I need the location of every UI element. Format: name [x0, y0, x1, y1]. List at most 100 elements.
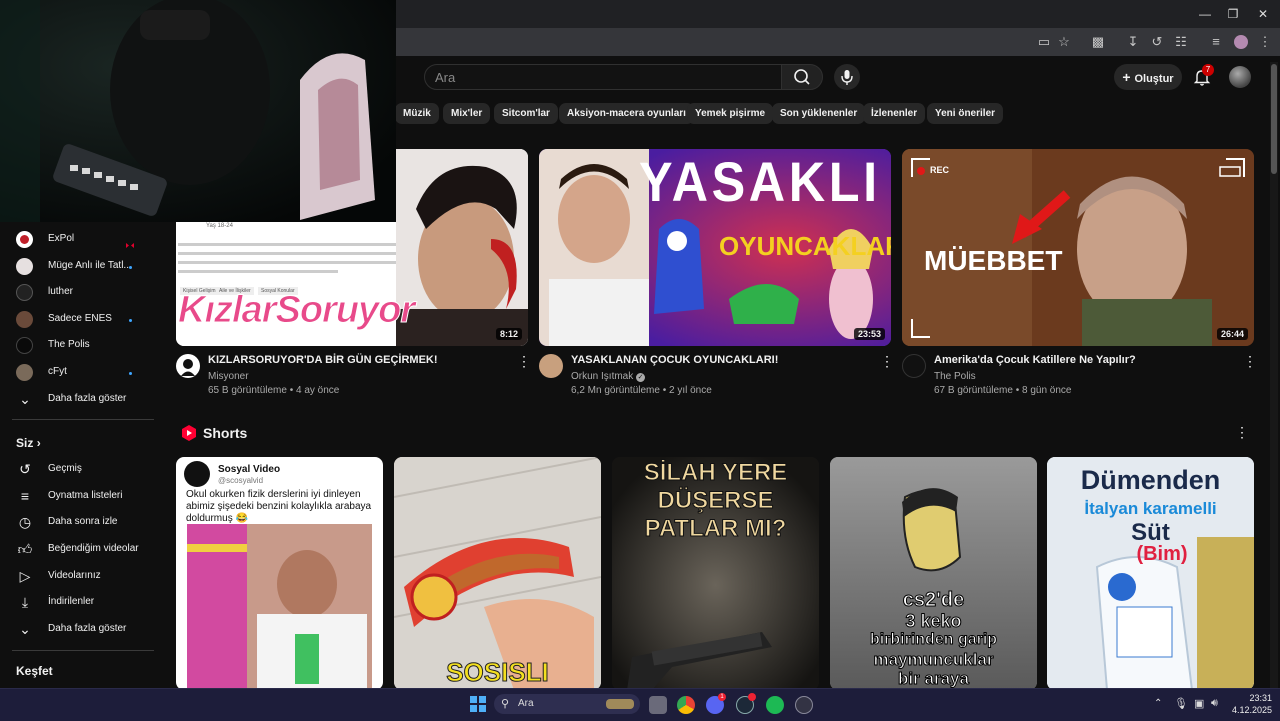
voice-search-button[interactable]: [834, 64, 860, 90]
short-account-name: Sosyal Video: [218, 464, 281, 475]
downloads-icon[interactable]: ↧: [1122, 32, 1144, 52]
search-button[interactable]: [781, 64, 823, 90]
spotify-icon[interactable]: [766, 696, 784, 714]
chevron-right-icon: ›: [36, 436, 41, 450]
short-account-avatar: [184, 461, 210, 487]
chip-sitcomlar[interactable]: Sitcom'lar: [494, 103, 558, 124]
short-card-5[interactable]: Dümenden İtalyan karamelli Süt (Bim): [1047, 457, 1254, 690]
clock-time[interactable]: 23:31: [1232, 693, 1272, 703]
taskbar-search[interactable]: ⚲ Ara: [494, 694, 640, 714]
windows-start-icon[interactable]: [470, 696, 486, 712]
short-card-4[interactable]: cs2'de 3 keko birbirinden garip maymuncu…: [830, 457, 1037, 690]
shorts-more-icon[interactable]: ⋮: [1235, 425, 1249, 441]
sidebar-item-label: Sadece ENES: [48, 313, 112, 324]
sidebar-item-expol[interactable]: ExPol: [0, 228, 150, 252]
chip-yeni-oneriler[interactable]: Yeni öneriler: [927, 103, 1004, 124]
minimize-button[interactable]: —: [1190, 4, 1220, 24]
profile-icon[interactable]: [1230, 32, 1252, 52]
task-view-icon[interactable]: [649, 696, 667, 714]
thumbnail-text: OYUNCAKLAR: [719, 231, 891, 261]
install-app-icon[interactable]: ▭: [1033, 32, 1055, 52]
chip-yemek-pisirme[interactable]: Yemek pişirme: [687, 103, 774, 124]
clock-date[interactable]: 4.12.2025: [1222, 705, 1272, 715]
channel-avatar-orkun[interactable]: [539, 354, 563, 378]
sidebar-item-your-videos[interactable]: ▷ Videolarınız: [0, 565, 150, 589]
plus-icon: +: [1122, 69, 1135, 85]
bookmark-star-icon[interactable]: ☆: [1053, 32, 1075, 52]
thumbnail-text: YASAKLI: [639, 150, 881, 213]
maximize-button[interactable]: ❐: [1218, 4, 1248, 24]
more-actions-icon[interactable]: ⋮: [517, 354, 531, 370]
show-more-you[interactable]: ⌄ Daha fazla göster: [0, 618, 150, 642]
app-icon[interactable]: [795, 696, 813, 714]
chip-mixler[interactable]: Mix'ler: [443, 103, 491, 124]
video-title[interactable]: KIZLARSORUYOR'DA BİR GÜN GEÇİRMEK!: [208, 354, 438, 366]
video-title[interactable]: YASAKLANAN ÇOCUK OYUNCAKLARI!: [571, 354, 778, 366]
translate-icon[interactable]: ☷: [1170, 32, 1192, 52]
chrome-icon[interactable]: [677, 696, 695, 714]
short-card-2[interactable]: SOSISLI: [394, 457, 601, 690]
thumbs-up-icon: 👍︎: [17, 541, 33, 557]
sidebar-item-the-polis[interactable]: The Polis: [0, 334, 150, 358]
short-overlay-text: SİLAH YERE: [643, 459, 788, 487]
you-section-link[interactable]: Siz ›: [16, 436, 41, 450]
notification-badge: 7: [1202, 64, 1214, 76]
close-window-button[interactable]: ✕: [1248, 4, 1278, 24]
chip-izlenenler[interactable]: İzlenenler: [863, 103, 926, 124]
video-thumbnail-3[interactable]: REC MÜEBBET 26:44: [902, 149, 1254, 346]
post-meta: Yaş 18-24: [206, 223, 233, 229]
sidebar-item-history[interactable]: ↺ Geçmiş: [0, 458, 150, 482]
you-heading: Siz: [16, 436, 34, 450]
sidebar-item-luther[interactable]: luther: [0, 281, 150, 305]
download-icon: ⤓: [21, 594, 29, 610]
channel-avatar-misyoner[interactable]: [176, 354, 200, 378]
short-caption: Okul okurken fizik derslerini iyi dinley…: [186, 489, 372, 524]
short-card-1[interactable]: Sosyal Video @scosyalvid Okul okurken fi…: [176, 457, 383, 690]
history-toolbar-icon[interactable]: ↺: [1146, 32, 1168, 52]
chip-aksiyon-macera[interactable]: Aksiyon-macera oyunları: [559, 103, 694, 124]
video-meta: 65 B görüntüleme • 4 ay önce: [208, 385, 340, 396]
account-avatar[interactable]: [1229, 66, 1251, 88]
video-duration: 23:53: [853, 328, 885, 340]
volume-icon[interactable]: 🔊︎: [1211, 697, 1218, 710]
extensions-icon[interactable]: ▩: [1087, 32, 1109, 52]
browser-menu-icon[interactable]: ⋮: [1254, 32, 1276, 52]
sidebar-item-sadece-enes[interactable]: Sadece ENES: [0, 308, 150, 332]
short-overlay-text: İtalyan karamelli: [1084, 499, 1217, 518]
create-button[interactable]: + Oluştur: [1114, 64, 1182, 90]
search-input[interactable]: Ara: [424, 64, 782, 90]
video-duration: 26:44: [1216, 328, 1248, 340]
chip-muzik[interactable]: Müzik: [395, 103, 439, 124]
microphone-tray-icon[interactable]: 🎙︎: [1174, 697, 1188, 710]
sidebar-item-downloads[interactable]: ⤓ İndirilenler: [0, 591, 150, 615]
sidebar-item-label: Müge Anlı ile Tatl...: [48, 260, 132, 271]
more-actions-icon[interactable]: ⋮: [880, 354, 894, 370]
sidebar-item-muge-anli[interactable]: Müge Anlı ile Tatl...: [0, 255, 150, 279]
channel-name[interactable]: Orkun Işıtmak ✓: [571, 371, 646, 382]
sidebar-item-label: cFyt: [48, 366, 67, 377]
reading-list-icon[interactable]: ≡: [1205, 32, 1227, 52]
scrollbar-thumb[interactable]: [1271, 64, 1277, 174]
sidebar-divider: [12, 419, 154, 420]
sidebar-item-watch-later[interactable]: ◷ Daha sonra izle: [0, 511, 150, 535]
channel-avatar: [16, 258, 33, 275]
video-title[interactable]: Amerika'da Çocuk Katillere Ne Yapılır?: [934, 354, 1136, 366]
rec-indicator: REC: [930, 165, 950, 175]
more-actions-icon[interactable]: ⋮: [1243, 354, 1257, 370]
show-more-subscriptions[interactable]: ⌄ Daha fazla göster: [0, 388, 150, 412]
channel-avatar-the-polis[interactable]: [902, 354, 926, 378]
sidebar-item-liked-videos[interactable]: 👍︎ Beğendiğim videolar: [0, 538, 150, 562]
network-icon[interactable]: ▣: [1194, 697, 1204, 710]
tray-chevron-icon[interactable]: ⌃: [1154, 698, 1162, 709]
short-card-3[interactable]: SİLAH YERE DÜŞERSE PATLAR MI?: [612, 457, 819, 690]
thumbnail-text: MÜEBBET: [924, 245, 1063, 276]
your-videos-icon: ▷: [19, 568, 31, 584]
video-thumbnail-2[interactable]: YASAKLI OYUNCAKLAR 23:53: [539, 149, 891, 346]
channel-name[interactable]: Misyoner: [208, 371, 249, 382]
chip-son-yuklenenler[interactable]: Son yüklenenler: [772, 103, 866, 124]
channel-name[interactable]: The Polis: [934, 371, 976, 382]
short-photo: [394, 457, 601, 690]
sidebar-item-playlists[interactable]: ≡ Oynatma listeleri: [0, 485, 150, 509]
sidebar-item-cfyt[interactable]: cFyt: [0, 361, 150, 385]
sidebar-item-label: Oynatma listeleri: [48, 490, 123, 501]
